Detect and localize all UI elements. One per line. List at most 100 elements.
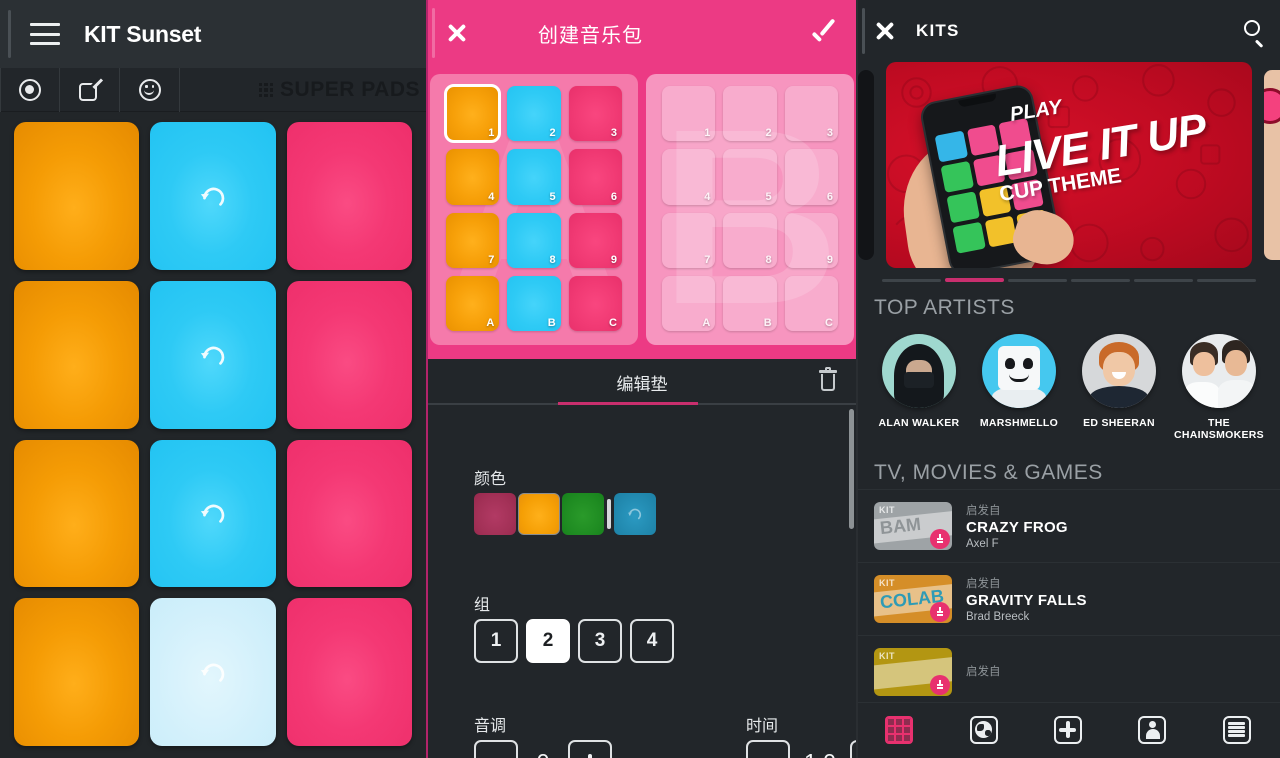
artist-card[interactable]: ED SHEERAN — [1070, 334, 1168, 441]
hamburger-line — [30, 42, 60, 45]
mini-pad-b-8[interactable]: 8 — [723, 212, 777, 268]
carousel-indicator-6[interactable] — [1197, 278, 1256, 282]
mini-pad-b-2[interactable]: 2 — [723, 86, 777, 142]
pad-12[interactable] — [286, 598, 412, 746]
artist-card[interactable]: MARSHMELLO — [970, 334, 1068, 441]
record-button[interactable] — [0, 67, 60, 112]
mini-pad-b-3[interactable]: 3 — [784, 86, 838, 142]
pad-3[interactable] — [286, 122, 412, 270]
close-kits-button[interactable] — [858, 0, 912, 62]
group-button-1[interactable]: 1 — [474, 619, 518, 663]
nav-item-add[interactable] — [1053, 715, 1084, 746]
promo-banner-live-it-up[interactable]: PLAY LIVE IT UP CUP THEME — [886, 62, 1252, 268]
pad-9[interactable] — [286, 439, 412, 588]
artist-card[interactable]: ALAN WALKER — [870, 334, 968, 441]
carousel-indicators — [858, 272, 1280, 282]
download-button[interactable] — [930, 675, 950, 695]
mini-pad-b-A[interactable]: A — [662, 275, 716, 331]
nav-item-menu[interactable] — [1222, 715, 1253, 746]
artist-card[interactable]: THE CHAINSMOKERS — [1170, 334, 1268, 441]
group-button-2[interactable]: 2 — [526, 619, 570, 663]
mini-pad-a-1[interactable]: 1 — [443, 83, 502, 144]
color-section-label: 颜色 — [474, 471, 507, 488]
mini-pad-b-B[interactable]: B — [723, 275, 777, 331]
kit-list-item[interactable]: KIT COLAB 启发自 GRAVITY FALLS Brad Breeck — [858, 562, 1280, 635]
cancel-button[interactable] — [428, 0, 486, 66]
mini-pad-a-C[interactable]: C — [568, 275, 622, 331]
avatar — [882, 334, 956, 408]
mini-pad-b-6[interactable]: 6 — [784, 149, 838, 205]
mini-pad-a-3[interactable]: 3 — [568, 86, 622, 142]
hamburger-icon[interactable] — [30, 23, 60, 45]
mini-pad-b-C[interactable]: C — [784, 275, 838, 331]
kit-thumbnail: KIT BAM — [874, 502, 952, 550]
carousel-prev-peek[interactable] — [858, 70, 874, 260]
mini-pad-grid-b: 1 2 3 4 5 6 7 8 9 A B C — [646, 74, 854, 345]
carousel-indicator-3[interactable] — [1008, 278, 1067, 282]
kit-list-item[interactable]: KIT BAM 启发自 CRAZY FROG Axel F — [858, 489, 1280, 562]
nav-item-discover[interactable] — [969, 715, 1000, 746]
pad-4[interactable] — [14, 280, 140, 429]
pad-6[interactable] — [286, 280, 412, 429]
kit-title: CRAZY FROG — [966, 519, 1068, 536]
pad-10[interactable] — [14, 598, 140, 746]
group-button-4[interactable]: 4 — [630, 619, 674, 663]
search-button[interactable] — [1244, 0, 1266, 62]
mini-pad-a-8[interactable]: 8 — [507, 212, 561, 268]
kit-list-item[interactable]: KIT 启发自 — [858, 635, 1280, 708]
banner-line-1: PLAY — [1008, 96, 1064, 126]
mini-pad-label: C — [609, 317, 617, 329]
time-decrement-button[interactable] — [746, 740, 790, 758]
mini-pad-a-9[interactable]: 9 — [568, 212, 622, 268]
mini-pad-b-9[interactable]: 9 — [784, 212, 838, 268]
close-x-icon — [874, 20, 896, 42]
pad-1[interactable] — [14, 122, 140, 270]
edit-button[interactable] — [60, 67, 120, 112]
mini-pad-b-4[interactable]: 4 — [662, 149, 716, 205]
group-button-3[interactable]: 3 — [578, 619, 622, 663]
mini-pad-a-B[interactable]: B — [507, 275, 561, 331]
artist-name: ED SHEERAN — [1083, 417, 1155, 429]
carousel-indicator-5[interactable] — [1134, 278, 1193, 282]
loop-toggle[interactable] — [614, 493, 656, 535]
mini-pad-b-7[interactable]: 7 — [662, 212, 716, 268]
color-swatch-orange-selected[interactable] — [518, 493, 560, 535]
mini-pad-a-5[interactable]: 5 — [507, 149, 561, 205]
pad-5[interactable] — [150, 280, 276, 429]
emoji-button[interactable] — [120, 67, 180, 112]
pad-7[interactable] — [14, 439, 140, 588]
confirm-button[interactable] — [812, 0, 840, 66]
color-swatch-green[interactable] — [562, 493, 604, 535]
kit-list: KIT BAM 启发自 CRAZY FROG Axel F KIT COLAB 启发自 GRAV… — [858, 489, 1280, 708]
mini-pad-a-6[interactable]: 6 — [568, 149, 622, 205]
delete-button[interactable] — [816, 367, 840, 396]
loop-icon — [627, 508, 642, 520]
pad-8[interactable] — [150, 439, 276, 588]
mini-pad-a-7[interactable]: 7 — [446, 212, 500, 268]
kit-artist: Brad Breeck — [966, 611, 1030, 623]
color-swatch-magenta[interactable] — [474, 493, 516, 535]
pad-11[interactable] — [150, 598, 276, 746]
carousel-indicator-4[interactable] — [1071, 278, 1130, 282]
carousel-indicator-2[interactable] — [945, 278, 1004, 282]
smiley-eye — [151, 84, 154, 88]
pitch-decrement-button[interactable] — [474, 740, 518, 758]
pad-2[interactable] — [150, 122, 276, 270]
time-value: 1.0 — [804, 749, 836, 758]
carousel-next-peek[interactable] — [1264, 70, 1280, 260]
pitch-increment-button[interactable] — [568, 740, 612, 758]
mini-pad-a-4[interactable]: 4 — [446, 149, 500, 205]
mini-pad-b-5[interactable]: 5 — [723, 149, 777, 205]
mini-pad-a-2[interactable]: 2 — [507, 86, 561, 142]
mini-pad-a-A[interactable]: A — [446, 275, 500, 331]
tab-edit-pad[interactable]: 编辑垫 — [617, 370, 668, 395]
download-button[interactable] — [930, 602, 950, 622]
nav-item-profile[interactable] — [1138, 715, 1168, 746]
superpads-brand-label: SUPER PADS — [280, 78, 420, 101]
pack-grid-bank-a: A 1 2 3 4 5 6 7 8 9 A B C — [430, 74, 638, 345]
carousel-indicator-1[interactable] — [882, 278, 941, 282]
mini-pad-b-1[interactable]: 1 — [662, 86, 716, 142]
pencil-edit-icon — [78, 77, 103, 101]
download-button[interactable] — [930, 529, 950, 549]
nav-item-pads[interactable] — [885, 715, 915, 746]
